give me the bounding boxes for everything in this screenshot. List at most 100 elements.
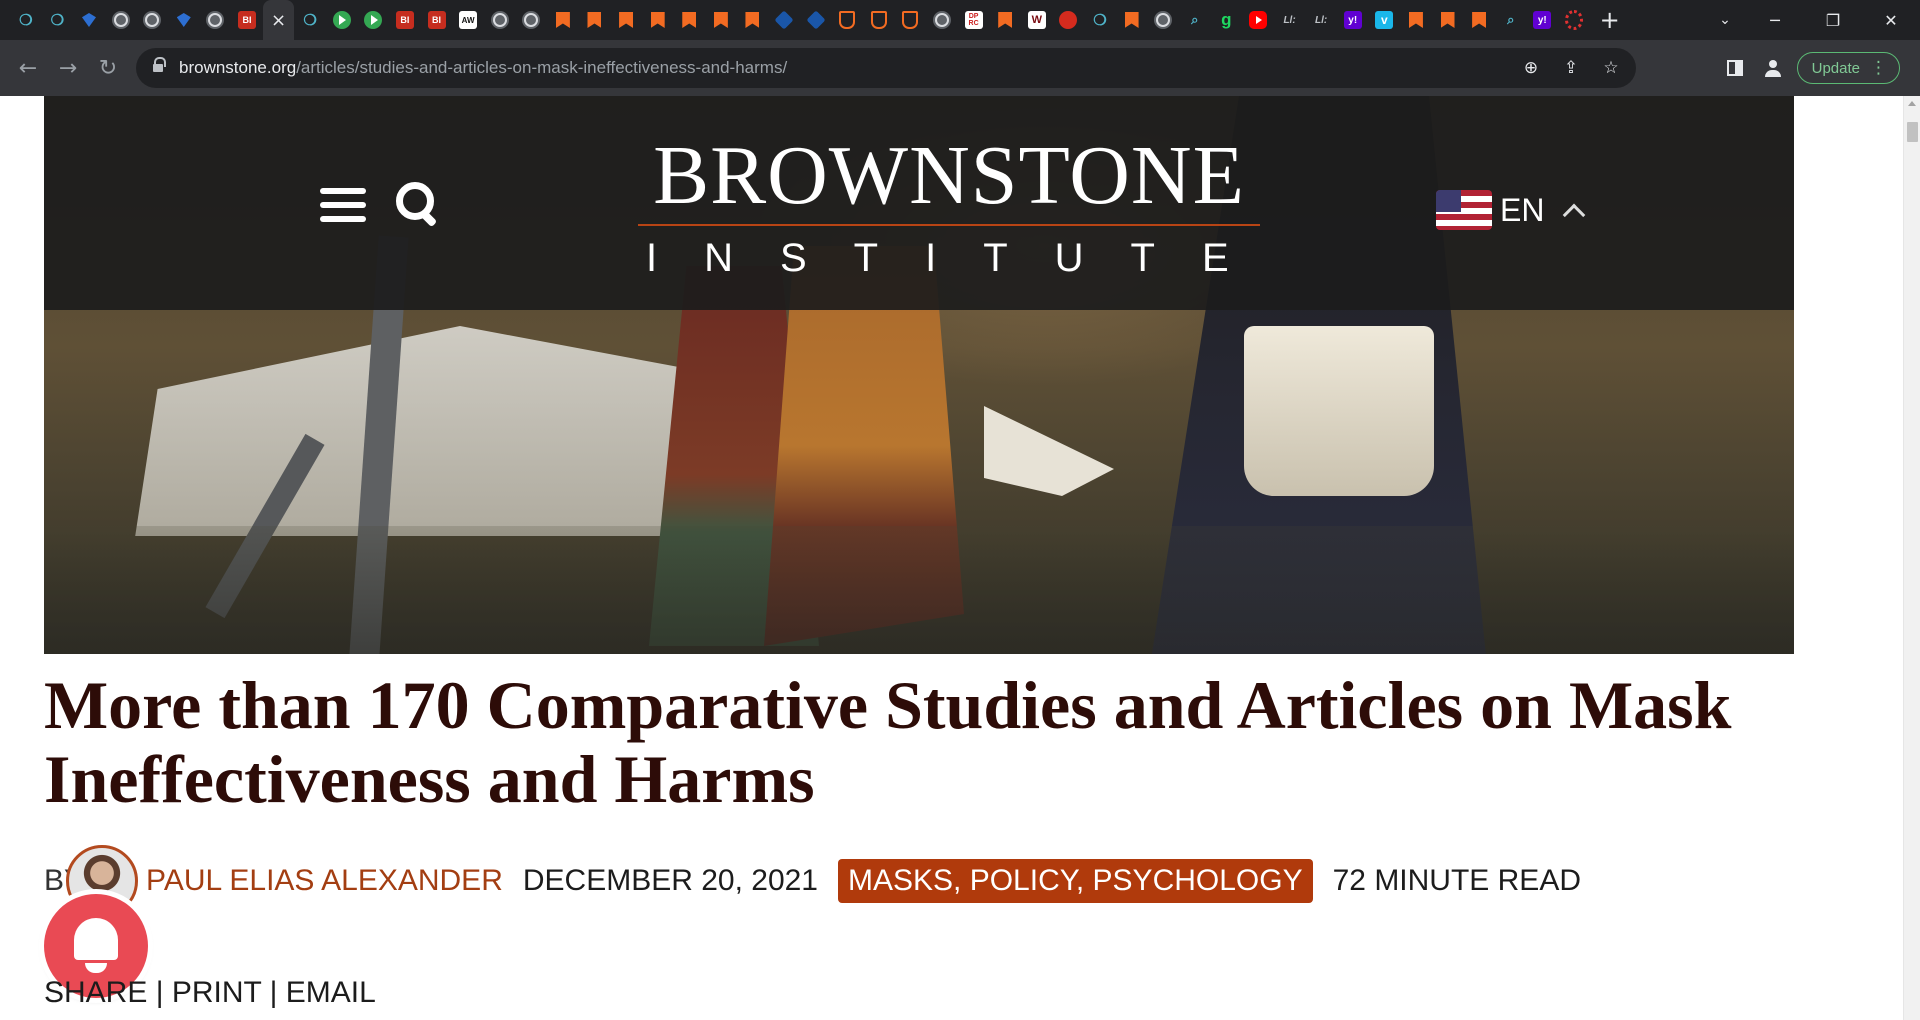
browser-tab[interactable] [737, 0, 769, 40]
vertical-scrollbar[interactable] [1903, 96, 1920, 1020]
paper-icon: AW [459, 11, 478, 29]
new-tab-button[interactable]: + [1590, 0, 1630, 40]
browser-tab[interactable] [547, 0, 579, 40]
bookmark-icon [712, 11, 730, 29]
red-icon [1059, 11, 1078, 29]
browser-tab[interactable]: BI [231, 0, 263, 40]
address-bar[interactable]: brownstone.org/articles/studies-and-arti… [136, 48, 1636, 88]
browser-tab[interactable]: ❍ [294, 0, 326, 40]
author-link[interactable]: PAUL ELIAS ALEXANDER [146, 864, 503, 898]
browser-tab[interactable] [1463, 0, 1495, 40]
forward-icon[interactable]: → [48, 48, 88, 88]
email-link[interactable]: EMAIL [286, 976, 376, 1009]
browser-tab[interactable]: Ll: [1305, 0, 1337, 40]
browser-tab[interactable] [800, 0, 832, 40]
tab-search-icon[interactable]: ⌄ [1705, 0, 1745, 40]
share-link[interactable]: SHARE [44, 976, 147, 1009]
lock-icon[interactable] [153, 57, 166, 74]
browser-tab[interactable]: ❍ [10, 0, 42, 40]
browser-tab[interactable]: BI [421, 0, 453, 40]
browser-tab[interactable] [1053, 0, 1085, 40]
browser-tab[interactable]: y! [1337, 0, 1369, 40]
monogram-icon: W [1027, 11, 1046, 29]
g-icon: g [1221, 10, 1232, 29]
browser-tab[interactable] [895, 0, 927, 40]
browser-tab[interactable] [705, 0, 737, 40]
browser-tab[interactable] [1558, 0, 1590, 40]
browser-tab[interactable] [1147, 0, 1179, 40]
browser-tab[interactable]: AW [452, 0, 484, 40]
bookmark-star-icon[interactable]: ☆ [1594, 51, 1628, 85]
wp-icon: Ll: [1283, 14, 1296, 26]
browser-tab[interactable] [105, 0, 137, 40]
browser-tab[interactable]: W [1021, 0, 1053, 40]
close-icon[interactable]: × [271, 10, 286, 31]
language-code: EN [1500, 191, 1545, 228]
reload-icon[interactable]: ↻ [88, 48, 128, 88]
language-switcher[interactable]: EN [1436, 190, 1586, 230]
search-icon: ⌕ [1507, 12, 1515, 27]
more-menu-icon[interactable]: ⋮ [1870, 58, 1887, 78]
print-link[interactable]: PRINT [172, 976, 261, 1009]
back-icon[interactable]: ← [8, 48, 48, 88]
menu-icon[interactable] [320, 188, 366, 222]
globe-icon [143, 11, 162, 29]
scroll-up-icon[interactable] [1908, 101, 1916, 106]
browser-tab[interactable] [484, 0, 516, 40]
browser-tab[interactable] [168, 0, 200, 40]
bookmark-icon [680, 11, 698, 29]
bookmark-icon [617, 11, 635, 29]
browser-tab[interactable] [1432, 0, 1464, 40]
browser-tab[interactable]: ⌕ [1495, 0, 1527, 40]
article-meta: BY PAUL ELIAS ALEXANDER DECEMBER 20, 202… [44, 845, 1581, 917]
browser-tab[interactable]: ❍ [42, 0, 74, 40]
browser-tab[interactable] [1242, 0, 1274, 40]
browser-tab[interactable] [863, 0, 895, 40]
browser-tab[interactable] [516, 0, 548, 40]
close-window-icon[interactable]: ✕ [1862, 0, 1920, 40]
minimize-icon[interactable]: ─ [1746, 0, 1804, 40]
restore-icon[interactable]: ❐ [1804, 0, 1862, 40]
browser-tab[interactable]: v [1369, 0, 1401, 40]
browser-tab[interactable] [73, 0, 105, 40]
profile-button[interactable] [1759, 54, 1787, 82]
browser-tab[interactable] [831, 0, 863, 40]
browser-tab[interactable]: DP RC [958, 0, 990, 40]
category-tags[interactable]: MASKS, POLICY, PSYCHOLOGY [838, 859, 1313, 903]
update-button[interactable]: Update ⋮ [1796, 52, 1900, 84]
search-icon[interactable] [396, 182, 438, 226]
browser-tab[interactable] [358, 0, 390, 40]
share-icon[interactable]: ⇪ [1554, 51, 1588, 85]
zoom-icon[interactable]: ⊕ [1514, 51, 1548, 85]
shield-icon [870, 11, 888, 29]
browser-tab[interactable]: g [1211, 0, 1243, 40]
browser-tab[interactable]: ❍ [1084, 0, 1116, 40]
active-tab[interactable]: × [262, 0, 295, 40]
browser-tab[interactable] [989, 0, 1021, 40]
browser-tab[interactable]: y! [1527, 0, 1559, 40]
browser-tab[interactable] [768, 0, 800, 40]
browser-tab[interactable] [610, 0, 642, 40]
browser-tab[interactable] [200, 0, 232, 40]
omnibox-actions: ⊕ ⇪ ☆ [1514, 48, 1636, 88]
browser-tab[interactable] [642, 0, 674, 40]
browser-tab[interactable] [136, 0, 168, 40]
browser-tab[interactable] [326, 0, 358, 40]
browser-tab[interactable] [673, 0, 705, 40]
scroll-thumb[interactable] [1907, 122, 1918, 142]
side-panel-button[interactable] [1721, 54, 1749, 82]
browser-tab[interactable]: ⌕ [1179, 0, 1211, 40]
logo-wordmark: BROWNSTONE [653, 129, 1245, 222]
browser-tab[interactable]: Ll: [1274, 0, 1306, 40]
teal-icon: ❍ [50, 12, 65, 29]
shield-icon [838, 11, 856, 29]
bookmark-icon [743, 11, 761, 29]
page-viewport: BROWNSTONE INSTITUTE EN More than 170 Co… [0, 96, 1920, 1020]
browser-tab[interactable] [926, 0, 958, 40]
browser-tab[interactable] [579, 0, 611, 40]
browser-tab[interactable]: BI [389, 0, 421, 40]
url-text[interactable]: brownstone.org/articles/studies-and-arti… [179, 58, 787, 78]
browser-tab[interactable] [1400, 0, 1432, 40]
site-logo[interactable]: BROWNSTONE INSTITUTE [638, 134, 1260, 280]
browser-tab[interactable] [1116, 0, 1148, 40]
